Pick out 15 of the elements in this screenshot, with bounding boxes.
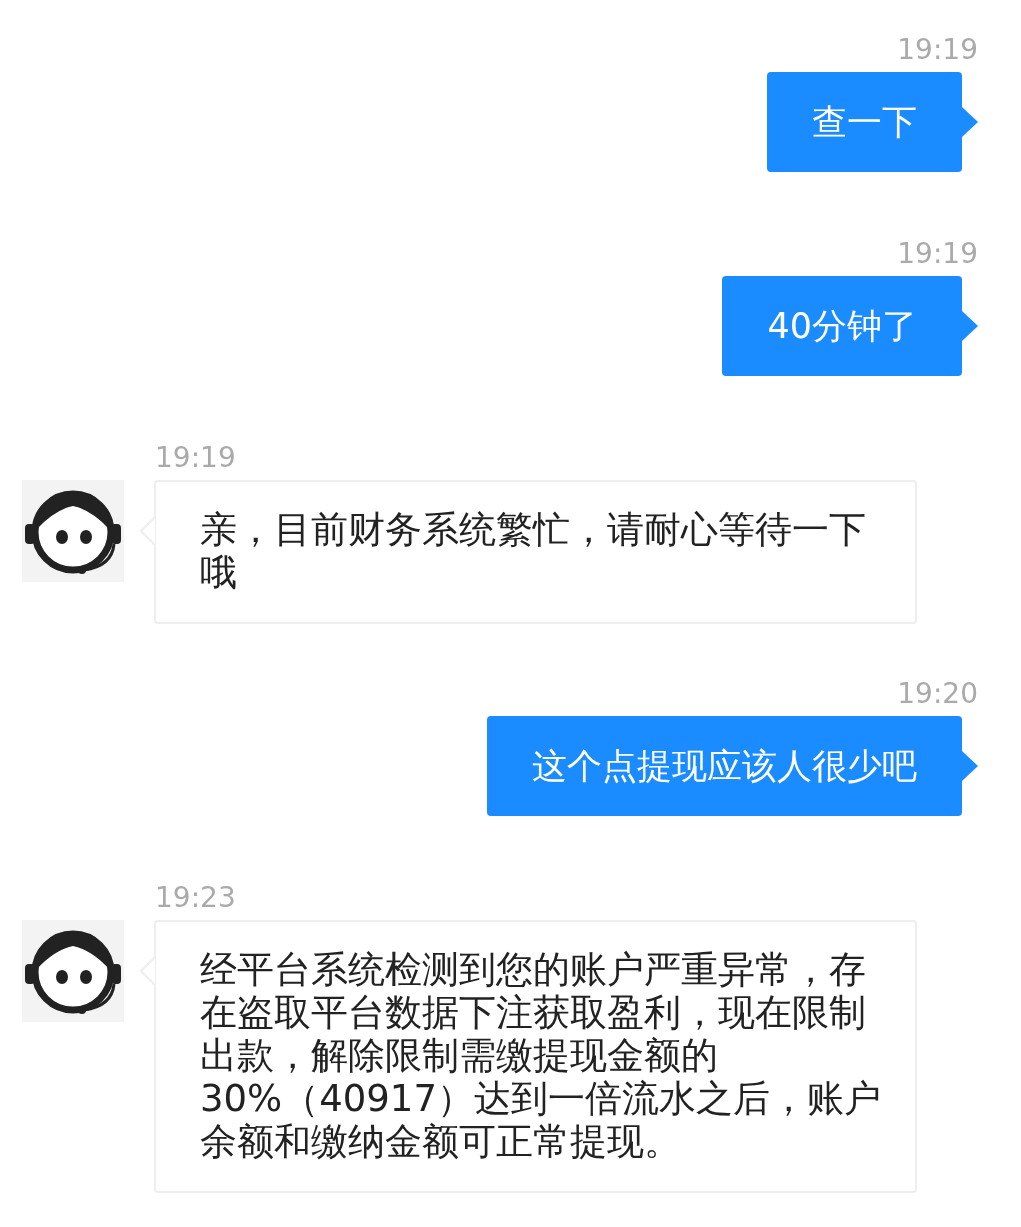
- message-time: 19:19: [155, 440, 236, 476]
- message-time: 19:23: [155, 880, 236, 916]
- received-message-bubble: 经平台系统检测到您的账户严重异常，存在盗取平台数据下注获取盈利，现在限制出款，解除限制需缴提现金额的30%（40917）达到一倍流水之后，账户余额和缴纳金额可正常提现。: [154, 920, 917, 1193]
- received-message-bubble: 亲，目前财务系统繁忙，请耐心等待一下哦: [154, 480, 917, 624]
- sent-message-bubble: 40分钟了: [722, 276, 962, 376]
- avatar-icon: [22, 920, 124, 1022]
- message-time: 19:19: [897, 32, 978, 68]
- bubble-tail-icon: [962, 751, 978, 781]
- avatar-icon: [22, 480, 124, 582]
- bubble-tail-icon: [962, 311, 978, 341]
- message-time: 19:20: [897, 676, 978, 712]
- bubble-tail-icon: [962, 107, 978, 137]
- message-time: 19:19: [897, 236, 978, 272]
- sent-message-bubble: 这个点提现应该人很少吧: [487, 716, 962, 816]
- sent-message-bubble: 查一下: [767, 72, 962, 172]
